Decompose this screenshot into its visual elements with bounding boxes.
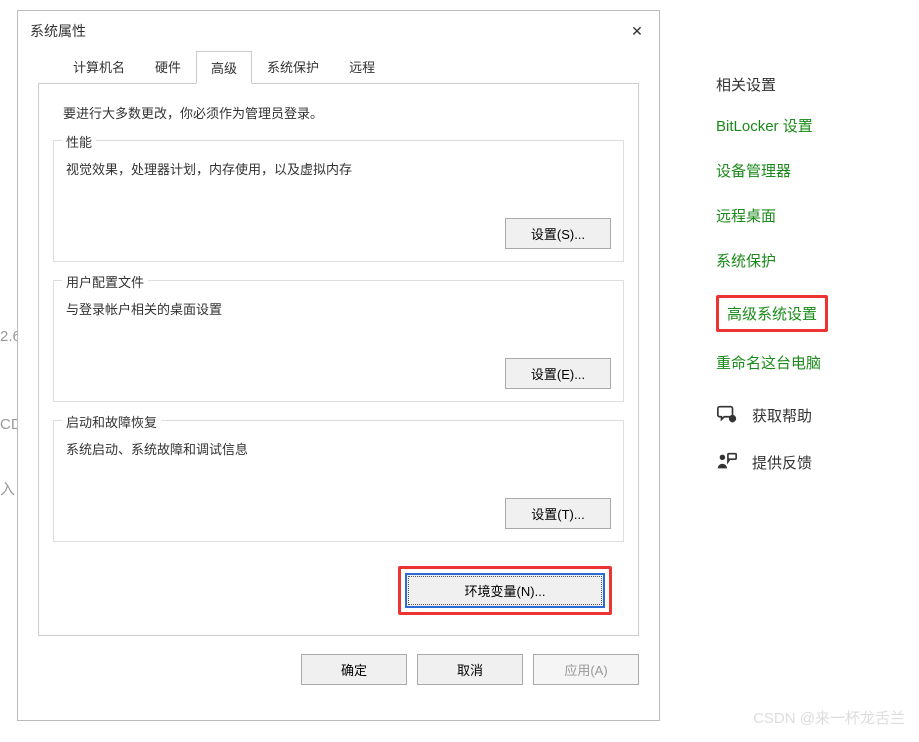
chat-bubble-icon: ? [716, 403, 738, 428]
performance-group: 性能 视觉效果，处理器计划，内存使用，以及虚拟内存 设置(S)... [53, 140, 624, 262]
performance-desc: 视觉效果，处理器计划，内存使用，以及虚拟内存 [66, 159, 611, 178]
ok-button[interactable]: 确定 [301, 654, 407, 685]
admin-note: 要进行大多数更改，你必须作为管理员登录。 [53, 103, 624, 140]
advanced-system-settings-link[interactable]: 高级系统设置 [727, 303, 817, 324]
watermark: CSDN @来一杯龙舌兰 [753, 707, 905, 728]
user-profile-settings-button[interactable]: 设置(E)... [505, 358, 611, 389]
highlight-box: 环境变量(N)... [398, 566, 612, 615]
dialog-titlebar: 系统属性 ✕ [18, 11, 659, 49]
system-properties-dialog: 系统属性 ✕ 计算机名 硬件 高级 系统保护 远程 要进行大多数更改，你必须作为… [17, 10, 660, 721]
background-text: 入 [0, 478, 15, 499]
user-profile-group: 用户配置文件 与登录帐户相关的桌面设置 设置(E)... [53, 280, 624, 402]
tab-content-advanced: 要进行大多数更改，你必须作为管理员登录。 性能 视觉效果，处理器计划，内存使用，… [38, 83, 639, 636]
dialog-title: 系统属性 [30, 21, 86, 41]
environment-variables-row: 环境变量(N)... [53, 560, 624, 621]
remote-desktop-link[interactable]: 远程桌面 [716, 205, 906, 226]
startup-group: 启动和故障恢复 系统启动、系统故障和调试信息 设置(T)... [53, 420, 624, 542]
device-manager-link[interactable]: 设备管理器 [716, 160, 906, 181]
user-profile-desc: 与登录帐户相关的桌面设置 [66, 299, 611, 318]
get-help-label: 获取帮助 [752, 405, 812, 426]
performance-settings-button[interactable]: 设置(S)... [505, 218, 611, 249]
tab-computer-name[interactable]: 计算机名 [58, 50, 140, 83]
highlight-box: 高级系统设置 [716, 295, 828, 332]
rename-pc-link[interactable]: 重命名这台电脑 [716, 352, 906, 373]
get-help-link[interactable]: ? 获取帮助 [716, 403, 906, 428]
svg-text:?: ? [731, 417, 734, 423]
apply-button[interactable]: 应用(A) [533, 654, 639, 685]
cancel-button[interactable]: 取消 [417, 654, 523, 685]
bitlocker-link[interactable]: BitLocker 设置 [716, 115, 906, 136]
startup-settings-button[interactable]: 设置(T)... [505, 498, 611, 529]
user-profile-title: 用户配置文件 [62, 272, 148, 291]
tabs: 计算机名 硬件 高级 系统保护 远程 [38, 50, 639, 84]
startup-desc: 系统启动、系统故障和调试信息 [66, 439, 611, 458]
tab-advanced[interactable]: 高级 [196, 51, 252, 84]
performance-title: 性能 [62, 132, 96, 151]
close-button[interactable]: ✕ [627, 21, 647, 41]
related-settings-pane: 相关设置 BitLocker 设置 设备管理器 远程桌面 系统保护 高级系统设置… [716, 74, 906, 497]
related-settings-heading: 相关设置 [716, 74, 906, 95]
environment-variables-button[interactable]: 环境变量(N)... [405, 573, 605, 608]
tab-hardware[interactable]: 硬件 [140, 50, 196, 83]
tab-remote[interactable]: 远程 [334, 50, 390, 83]
person-chat-icon [716, 450, 738, 475]
icon-links: ? 获取帮助 提供反馈 [716, 403, 906, 475]
system-protection-link[interactable]: 系统保护 [716, 250, 906, 271]
feedback-link[interactable]: 提供反馈 [716, 450, 906, 475]
dialog-footer: 确定 取消 应用(A) [18, 636, 659, 685]
startup-title: 启动和故障恢复 [62, 412, 161, 431]
feedback-label: 提供反馈 [752, 452, 812, 473]
tab-system-protection[interactable]: 系统保护 [252, 50, 334, 83]
